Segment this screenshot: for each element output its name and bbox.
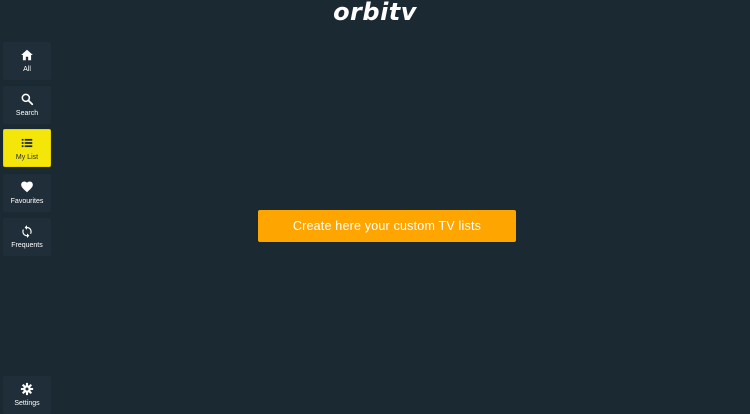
heart-icon [21, 181, 33, 193]
create-list-button[interactable]: Create here your custom TV lists [258, 210, 516, 242]
sidebar-item-label: Settings [14, 400, 40, 407]
sidebar-item-my-list[interactable]: My List [3, 129, 51, 167]
search-icon [21, 93, 34, 106]
sidebar-item-frequents[interactable]: Frequents [3, 218, 51, 256]
sidebar-item-all[interactable]: All [3, 42, 51, 80]
home-icon [21, 49, 33, 61]
sidebar-item-label: Search [15, 110, 39, 117]
sidebar-item-favourites[interactable]: Favourites [3, 174, 51, 212]
sidebar-item-search[interactable]: Search [3, 86, 51, 124]
gear-icon [20, 382, 34, 396]
app-logo: orbitv [333, 0, 417, 26]
sidebar-item-label: All [23, 66, 31, 73]
sidebar-item-label: My List [15, 154, 39, 161]
sidebar-item-settings[interactable]: Settings [3, 376, 51, 414]
sidebar-item-label: Favourites [10, 198, 44, 205]
list-icon [21, 138, 33, 148]
refresh-icon [22, 225, 32, 238]
sidebar-item-label: Frequents [11, 242, 43, 249]
